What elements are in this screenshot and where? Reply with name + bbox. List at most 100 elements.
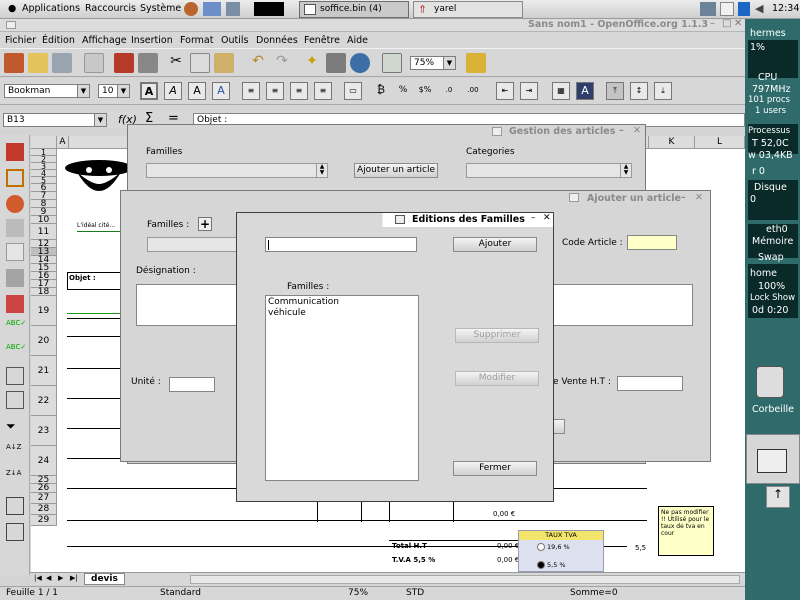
first-sheet-icon[interactable]: |◀ bbox=[34, 574, 42, 582]
display-icon[interactable] bbox=[720, 2, 734, 16]
bold-button[interactable]: A bbox=[140, 82, 158, 100]
redo-icon[interactable]: ↷ bbox=[272, 53, 292, 73]
paste-icon[interactable] bbox=[214, 53, 234, 73]
tva-rate-cell[interactable]: 5,5 bbox=[635, 544, 646, 552]
supprimer-button[interactable]: Supprimer bbox=[455, 328, 539, 343]
menu-aide[interactable]: Aide bbox=[347, 35, 368, 46]
copy-icon[interactable] bbox=[190, 53, 210, 73]
align-top-icon[interactable]: ⤒ bbox=[606, 82, 624, 100]
list-item[interactable]: véhicule bbox=[268, 308, 306, 318]
close-icon[interactable]: ✕ bbox=[695, 192, 703, 203]
insert-icon[interactable] bbox=[466, 53, 486, 73]
list-item[interactable]: Communication bbox=[268, 297, 339, 307]
form-icon[interactable] bbox=[6, 219, 24, 237]
save-icon[interactable] bbox=[52, 53, 72, 73]
menu-outils[interactable]: Outils bbox=[221, 35, 248, 46]
find-replace-icon[interactable] bbox=[6, 367, 24, 385]
minimize-icon[interactable]: – bbox=[710, 18, 715, 29]
system-menu[interactable]: Système bbox=[140, 3, 181, 14]
total-ht-value[interactable]: 0,00 € bbox=[497, 542, 519, 550]
trash-label[interactable]: Corbeille bbox=[752, 404, 794, 415]
clock[interactable]: 12:34 bbox=[772, 3, 799, 14]
horizontal-scrollbar[interactable] bbox=[190, 575, 740, 584]
close-icon[interactable]: ✕ bbox=[543, 213, 551, 223]
hyperlink-icon[interactable] bbox=[6, 243, 24, 261]
background-color-icon[interactable]: A bbox=[576, 82, 594, 100]
sort-descending-icon[interactable]: Z↓A bbox=[6, 469, 24, 487]
navigator-icon[interactable] bbox=[6, 391, 24, 409]
menu-insertion[interactable]: Insertion bbox=[131, 35, 173, 46]
insert-rows-icon[interactable] bbox=[6, 497, 24, 515]
categories-select[interactable]: ▲ ▼ bbox=[466, 163, 632, 178]
add-decimal-icon[interactable]: .0 bbox=[440, 82, 458, 100]
column-header[interactable]: L bbox=[695, 136, 745, 149]
row-header[interactable]: 19 bbox=[31, 296, 57, 326]
column-header[interactable]: A bbox=[57, 136, 69, 149]
font-size-select[interactable]: 10 ▼ bbox=[98, 84, 130, 98]
open-icon[interactable] bbox=[28, 53, 48, 73]
gallery-icon[interactable] bbox=[326, 53, 346, 73]
menu-format[interactable]: Format bbox=[180, 35, 213, 46]
minimize-icon[interactable]: – bbox=[619, 125, 624, 136]
italic-button[interactable]: A bbox=[164, 82, 182, 100]
close-icon[interactable]: ✕ bbox=[633, 125, 641, 136]
align-center-icon[interactable]: ≡ bbox=[266, 82, 284, 100]
shortcuts-menu[interactable]: Raccourcis bbox=[85, 3, 136, 14]
workspace-switcher[interactable] bbox=[746, 434, 800, 484]
code-article-input[interactable] bbox=[627, 235, 677, 250]
currency-format-icon[interactable]: ₿ bbox=[372, 82, 390, 100]
align-bottom-icon[interactable]: ⤓ bbox=[654, 82, 672, 100]
next-sheet-icon[interactable]: ▶ bbox=[58, 574, 63, 582]
row-header[interactable]: 23 bbox=[31, 416, 57, 446]
ajouter-button[interactable]: Ajouter bbox=[453, 237, 537, 252]
row-header[interactable]: 22 bbox=[31, 386, 57, 416]
scroll-up-icon[interactable]: ↑ bbox=[766, 486, 790, 508]
zoom-select[interactable]: 75% ▼ bbox=[410, 56, 456, 70]
font-name-select[interactable]: Bookman ▼ bbox=[4, 84, 90, 98]
align-middle-icon[interactable]: ↕ bbox=[630, 82, 648, 100]
row-header[interactable]: 27 bbox=[31, 493, 57, 504]
files-launcher-icon[interactable] bbox=[226, 2, 240, 16]
gimp-launcher-icon[interactable] bbox=[184, 2, 198, 16]
row-header[interactable]: 28 bbox=[31, 504, 57, 515]
row-header[interactable]: 24 bbox=[31, 446, 57, 476]
insert-columns-icon[interactable] bbox=[6, 523, 24, 541]
applications-menu[interactable]: Applications bbox=[22, 3, 80, 14]
font-color-button[interactable]: A bbox=[212, 82, 230, 100]
insert-chart-icon[interactable] bbox=[6, 195, 24, 213]
hidden-button-edge[interactable] bbox=[553, 419, 565, 434]
underline-button[interactable]: A bbox=[188, 82, 206, 100]
decrease-indent-icon[interactable]: ⇤ bbox=[496, 82, 514, 100]
objet-cell[interactable]: Objet : bbox=[67, 272, 127, 290]
trash-icon[interactable] bbox=[756, 366, 784, 398]
task-yarel[interactable]: ⇑ yarel bbox=[413, 1, 523, 18]
familles-select[interactable] bbox=[147, 237, 242, 252]
note-comment[interactable]: Ne pas modifier !! Utilisé pour le taux … bbox=[658, 506, 714, 556]
row-header[interactable]: 26 bbox=[31, 484, 57, 493]
close-icon[interactable]: ✕ bbox=[734, 18, 742, 29]
prix-vente-input[interactable] bbox=[617, 376, 683, 391]
standard-format-icon[interactable]: $% bbox=[416, 82, 434, 100]
new-family-input[interactable] bbox=[265, 237, 417, 252]
window-menu-icon[interactable] bbox=[6, 21, 16, 29]
menu-donnees[interactable]: Données bbox=[256, 35, 298, 46]
add-article-button[interactable]: Ajouter un article bbox=[354, 163, 438, 178]
terminal-launcher-icon[interactable] bbox=[254, 2, 284, 16]
align-left-icon[interactable]: ≡ bbox=[242, 82, 260, 100]
spellcheck-icon[interactable]: ABC✓ bbox=[6, 319, 26, 337]
fermer-button[interactable]: Fermer bbox=[453, 461, 537, 476]
edit-file-icon[interactable] bbox=[84, 53, 104, 73]
align-right-icon[interactable]: ≡ bbox=[290, 82, 308, 100]
familles-listbox[interactable]: Communication véhicule bbox=[265, 295, 419, 481]
modifier-button[interactable]: Modifier bbox=[455, 371, 539, 386]
minimize-icon[interactable]: – bbox=[681, 192, 686, 203]
name-box[interactable]: B13 ▼ bbox=[3, 113, 107, 127]
menu-fenetre[interactable]: Fenêtre bbox=[304, 35, 340, 46]
prev-sheet-icon[interactable]: ◀ bbox=[46, 574, 51, 582]
menu-fichier[interactable]: Fichier bbox=[5, 35, 36, 46]
menu-edition[interactable]: Édition bbox=[42, 35, 75, 46]
gnome-foot-icon[interactable]: ● bbox=[8, 3, 16, 14]
bluetooth-icon[interactable] bbox=[738, 2, 750, 16]
row-header[interactable]: 20 bbox=[31, 326, 57, 356]
last-sheet-icon[interactable]: ▶| bbox=[70, 574, 78, 582]
